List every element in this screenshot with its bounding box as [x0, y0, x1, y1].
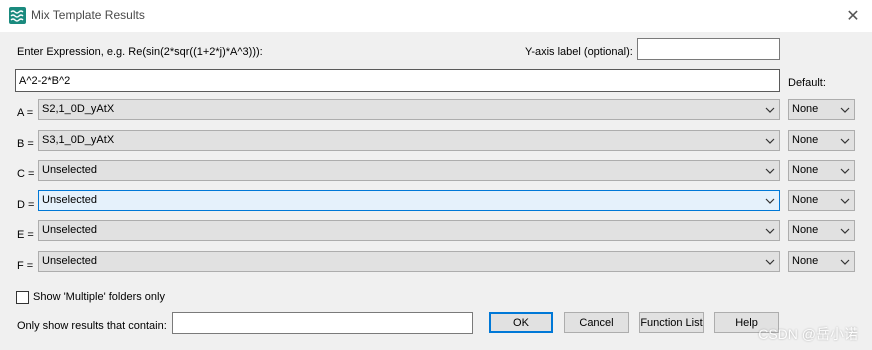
default-select-f-value: None: [792, 255, 819, 267]
variable-select-b[interactable]: S3,1_0D_yAtX: [38, 130, 780, 151]
variable-select-f-value: Unselected: [42, 255, 98, 267]
default-select-c-value: None: [792, 164, 819, 176]
default-column-label: Default:: [788, 77, 826, 89]
expression-input[interactable]: [15, 69, 780, 92]
default-select-d[interactable]: None: [788, 190, 855, 211]
chevron-down-icon: [840, 135, 850, 147]
variable-select-c-value: Unselected: [42, 164, 98, 176]
variable-select-f[interactable]: Unselected: [38, 251, 780, 272]
watermark: CSDN @岳小诺: [758, 326, 858, 342]
yaxis-label: Y-axis label (optional):: [525, 46, 633, 58]
default-select-a-value: None: [792, 103, 819, 115]
multiple-folders-checkbox[interactable]: [16, 291, 29, 304]
chevron-down-icon: [840, 165, 850, 177]
filter-label: Only show results that contain:: [17, 320, 167, 332]
close-icon[interactable]: ✕: [842, 6, 864, 26]
row-label-b: B =: [17, 138, 34, 150]
default-select-c[interactable]: None: [788, 160, 855, 181]
chevron-down-icon: [765, 256, 775, 268]
filter-input[interactable]: [172, 312, 473, 334]
default-select-a[interactable]: None: [788, 99, 855, 120]
variable-select-a[interactable]: S2,1_0D_yAtX: [38, 99, 780, 120]
chevron-down-icon: [765, 165, 775, 177]
variable-select-a-value: S2,1_0D_yAtX: [42, 103, 115, 115]
variable-select-d[interactable]: Unselected: [38, 190, 780, 211]
chevron-down-icon: [840, 195, 850, 207]
window-title: Mix Template Results: [31, 8, 145, 22]
dialog-body: Enter Expression, e.g. Re(sin(2*sqr((1+2…: [0, 32, 872, 350]
function-list-button[interactable]: Function List: [639, 312, 704, 333]
title-bar: Mix Template Results ✕: [0, 0, 872, 32]
row-label-a: A =: [17, 107, 34, 119]
chevron-down-icon: [765, 195, 775, 207]
multiple-folders-label: Show 'Multiple' folders only: [33, 291, 165, 303]
chevron-down-icon: [840, 256, 850, 268]
variable-select-c[interactable]: Unselected: [38, 160, 780, 181]
default-select-e-value: None: [792, 224, 819, 236]
default-select-e[interactable]: None: [788, 220, 855, 241]
ok-button[interactable]: OK: [489, 312, 553, 333]
row-label-c: C =: [17, 168, 35, 180]
default-select-f[interactable]: None: [788, 251, 855, 272]
row-label-e: E =: [17, 229, 34, 241]
waves-app-icon: [9, 7, 26, 24]
chevron-down-icon: [765, 135, 775, 147]
cancel-button[interactable]: Cancel: [564, 312, 629, 333]
chevron-down-icon: [840, 225, 850, 237]
variable-select-e-value: Unselected: [42, 224, 98, 236]
variable-select-b-value: S3,1_0D_yAtX: [42, 134, 115, 146]
default-select-b[interactable]: None: [788, 130, 855, 151]
default-select-b-value: None: [792, 134, 819, 146]
chevron-down-icon: [765, 225, 775, 237]
chevron-down-icon: [840, 104, 850, 116]
expression-label: Enter Expression, e.g. Re(sin(2*sqr((1+2…: [17, 46, 263, 58]
variable-select-d-value: Unselected: [42, 194, 98, 206]
chevron-down-icon: [765, 104, 775, 116]
variable-select-e[interactable]: Unselected: [38, 220, 780, 241]
yaxis-input[interactable]: [637, 38, 780, 60]
default-select-d-value: None: [792, 194, 819, 206]
row-label-f: F =: [17, 260, 34, 272]
row-label-d: D =: [17, 199, 35, 211]
